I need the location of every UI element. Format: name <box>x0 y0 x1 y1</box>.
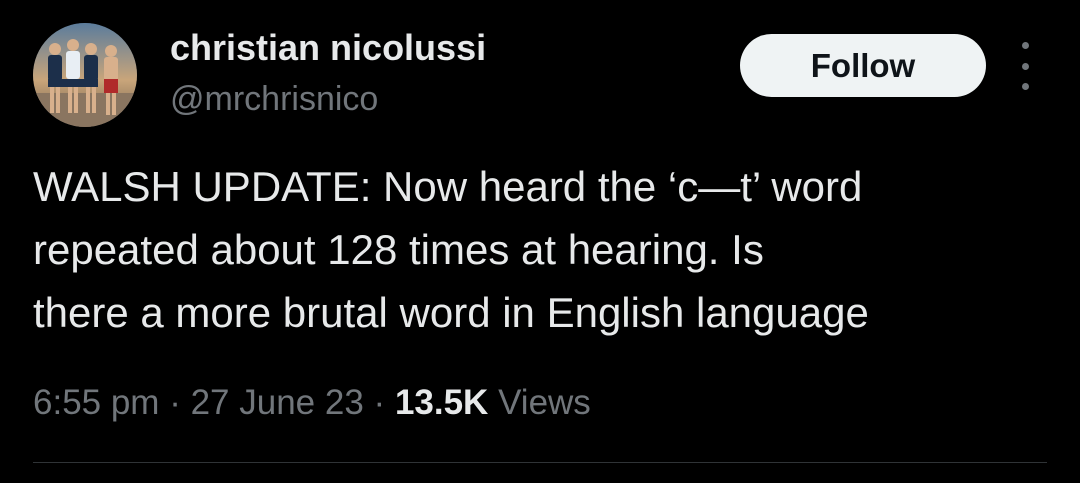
tweet-text: WALSH UPDATE: Now heard the ‘c—t’ word r… <box>33 163 869 336</box>
tweet-time[interactable]: 6:55 pm <box>33 383 159 422</box>
views-count: 13.5K <box>394 383 489 422</box>
avatar-photo <box>33 23 137 127</box>
avatar[interactable] <box>33 23 137 127</box>
tweet-container: christian nicolussi @mrchrisnico Follow … <box>0 0 1080 483</box>
follow-button[interactable]: Follow <box>740 34 986 97</box>
more-options-dot <box>1021 62 1029 70</box>
views-label: Views <box>498 383 591 422</box>
more-options-dot <box>1021 42 1029 49</box>
meta-separator: · <box>169 383 181 422</box>
tweet-meta: 6:55 pm · 27 June 23 · 13.5K Views <box>33 382 591 424</box>
meta-separator: · <box>373 383 386 422</box>
tweet-date[interactable]: 27 June 23 <box>191 383 364 422</box>
more-options-icon[interactable] <box>1010 42 1040 90</box>
author-display-name[interactable]: christian nicolussi <box>170 28 486 68</box>
divider <box>33 462 1047 463</box>
more-options-dot <box>1021 83 1029 90</box>
author-handle[interactable]: @mrchrisnico <box>170 80 378 118</box>
